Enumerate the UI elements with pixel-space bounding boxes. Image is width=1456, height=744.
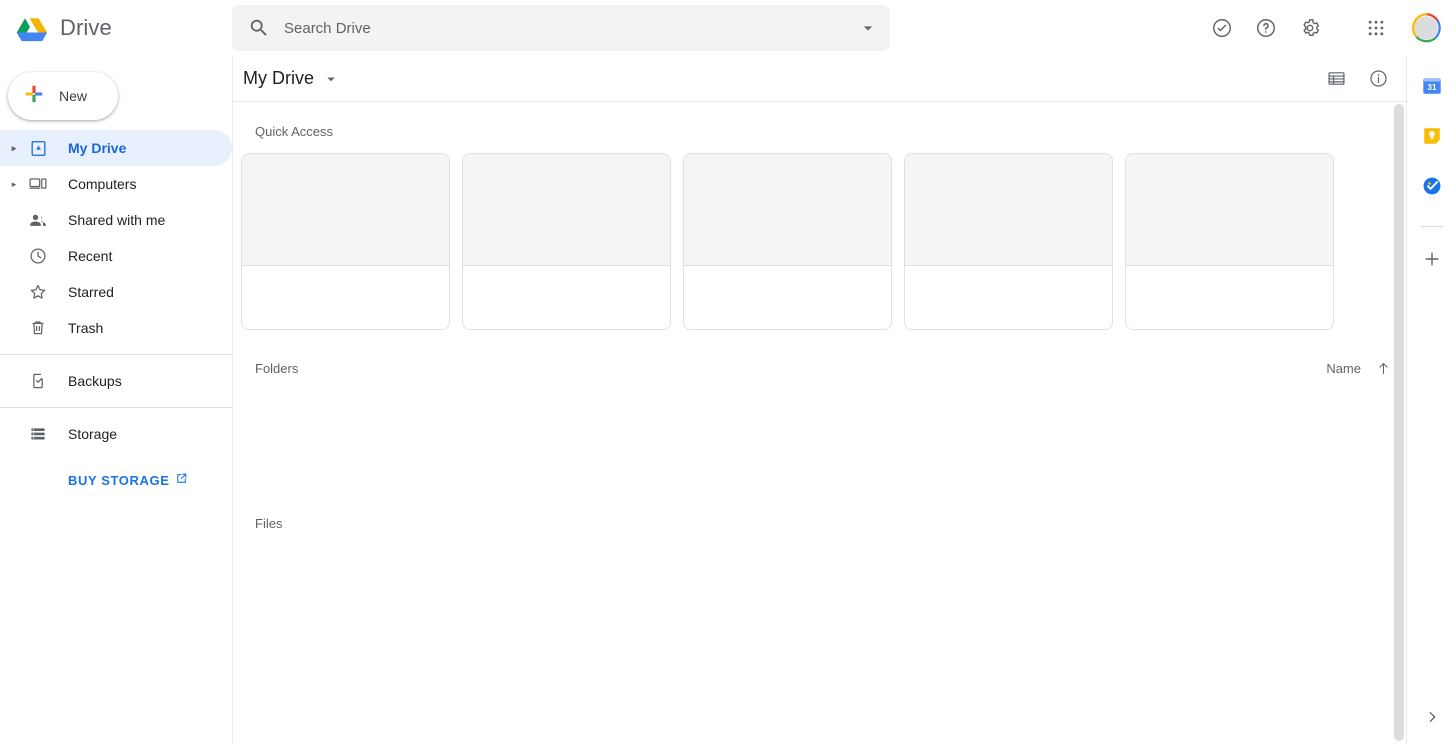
content-toolbar: My Drive [233,56,1406,102]
sidebar-item-shared-with-me[interactable]: ▸ Shared with me [0,202,232,238]
sidebar-divider-2 [0,407,232,408]
svg-text:31: 31 [1427,83,1437,92]
card-thumbnail [463,154,670,266]
sidebar-item-label: Computers [68,176,137,192]
card-footer [242,266,449,329]
sidebar: New ▸ My Drive ▸ Computers Shared with m… [0,56,232,744]
support-icon[interactable] [1202,8,1242,48]
card-footer [684,266,891,329]
quick-access-label: Quick Access [255,124,334,139]
breadcrumb-chevron-down-icon[interactable] [322,70,340,88]
card-footer [1126,266,1333,329]
backups-icon [28,371,48,391]
top-app-bar: Drive [0,0,1456,56]
sidebar-item-label: Backups [68,373,122,389]
google-calendar-icon[interactable]: 31 [1420,74,1444,98]
sidebar-item-label: Shared with me [68,212,166,228]
list-view-icon[interactable] [1316,59,1356,99]
new-button-label: New [59,88,88,104]
expand-triangle-icon[interactable]: ▸ [4,143,24,154]
add-app-plus-icon[interactable] [1422,249,1442,273]
sidebar-item-storage[interactable]: ▸ Storage [0,416,232,452]
my-drive-icon [28,138,48,158]
plus-icon [23,83,45,110]
new-button[interactable]: New [8,72,118,120]
clock-icon [28,246,48,266]
quick-access-card[interactable] [904,153,1113,330]
card-footer [463,266,670,329]
sidebar-item-label: My Drive [68,140,127,156]
sidebar-item-label: Trash [68,320,104,336]
computer-icon [28,174,48,194]
scrollbar-thumb[interactable] [1394,104,1404,741]
drive-logo-icon [16,12,52,44]
help-icon[interactable] [1246,8,1286,48]
card-thumbnail [1126,154,1333,266]
trash-icon [28,318,48,338]
google-keep-icon[interactable] [1420,124,1444,148]
folders-section-header: Folders Name [237,356,1406,380]
sort-control[interactable]: Name [1326,360,1392,377]
sidebar-nav: ▸ My Drive ▸ Computers ▸ [0,130,232,488]
sidebar-item-backups[interactable]: ▸ Backups [0,363,232,399]
buy-storage-label: BUY STORAGE [68,472,170,488]
info-circle-icon[interactable] [1358,59,1398,99]
sidebar-item-my-drive[interactable]: ▸ My Drive [0,130,232,166]
sidebar-item-recent[interactable]: ▸ Recent [0,238,232,274]
card-thumbnail [905,154,1112,266]
settings-gear-icon[interactable] [1290,8,1330,48]
folders-label: Folders [255,360,299,376]
external-link-icon [175,472,188,488]
card-footer [905,266,1112,329]
quick-access-card[interactable] [1125,153,1334,330]
content-scrollbar[interactable] [1392,102,1406,743]
toolbar-actions [1316,59,1398,99]
search-bar[interactable] [232,5,890,51]
expand-panel-chevron-right-icon[interactable] [1424,709,1440,728]
people-icon [28,210,48,230]
quick-access-card[interactable] [241,153,450,330]
card-thumbnail [242,154,449,266]
search-options-chevron-down-icon[interactable] [858,18,878,38]
expand-triangle-icon[interactable]: ▸ [4,179,24,190]
arrow-up-icon[interactable] [1375,360,1392,377]
storage-icon [28,424,48,444]
buy-storage-link[interactable]: BUY STORAGE [0,472,232,488]
quick-access-row [237,139,1406,330]
sidebar-item-trash[interactable]: ▸ Trash [0,310,232,346]
file-browser: Quick Access Folders Name Files [233,102,1406,743]
quick-access-card[interactable] [683,153,892,330]
card-thumbnail [684,154,891,266]
star-icon [28,282,48,302]
sidebar-item-starred[interactable]: ▸ Starred [0,274,232,310]
google-tasks-icon[interactable] [1420,174,1444,198]
account-avatar[interactable] [1410,12,1442,44]
main-content: My Drive Quick Access Folders Name Files [232,56,1406,744]
side-panel: 31 [1406,56,1456,744]
search-input[interactable] [284,19,858,37]
brand-area[interactable]: Drive [0,0,232,56]
search-icon [248,17,270,39]
breadcrumb[interactable]: My Drive [239,68,314,89]
sort-field-label: Name [1326,360,1361,376]
topbar-actions [1202,8,1456,48]
app-title: Drive [60,15,112,40]
sidebar-item-label: Starred [68,284,114,300]
side-panel-divider [1420,226,1443,227]
google-apps-grid-icon[interactable] [1356,8,1396,48]
sidebar-item-label: Storage [68,426,118,442]
quick-access-card[interactable] [462,153,671,330]
sidebar-item-computers[interactable]: ▸ Computers [0,166,232,202]
sidebar-divider-1 [0,354,232,355]
sidebar-item-label: Recent [68,248,113,264]
files-label: Files [255,516,283,531]
